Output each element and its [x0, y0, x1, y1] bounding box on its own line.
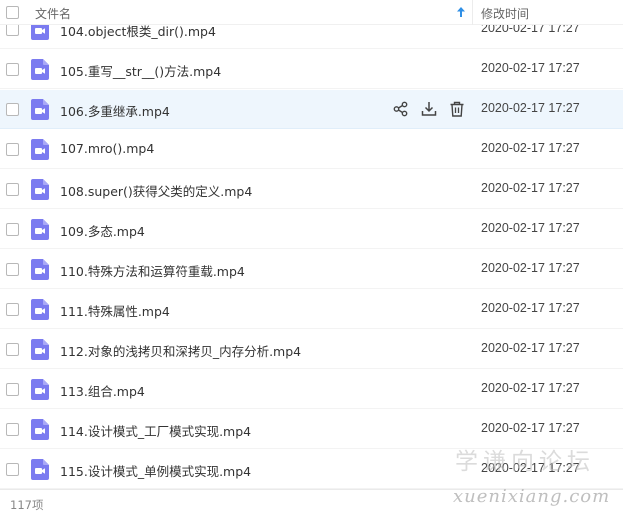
file-row[interactable]: 112.对象的浅拷贝和深拷贝_内存分析.mp4 2020-02-17 17:27: [0, 330, 623, 369]
video-file-icon: [31, 59, 49, 80]
time-column-header[interactable]: 修改时间: [481, 5, 529, 22]
download-icon[interactable]: [420, 100, 438, 118]
video-file-icon: [31, 219, 49, 240]
column-divider[interactable]: [472, 0, 473, 25]
name-column-header[interactable]: 文件名: [35, 5, 71, 22]
video-file-icon: [31, 99, 49, 120]
file-name[interactable]: 111.特殊属性.mp4: [60, 301, 170, 320]
video-file-icon: [31, 139, 49, 160]
video-file-icon: [31, 339, 49, 360]
video-file-icon: [31, 419, 49, 440]
row-checkbox[interactable]: [6, 183, 19, 196]
file-modified-time: 2020-02-17 17:27: [481, 421, 580, 435]
video-file-icon: [31, 179, 49, 200]
video-file-icon: [31, 299, 49, 320]
row-checkbox[interactable]: [6, 63, 19, 76]
file-name[interactable]: 113.组合.mp4: [60, 381, 145, 400]
file-name[interactable]: 108.super()获得父类的定义.mp4: [60, 181, 252, 200]
file-modified-time: 2020-02-17 17:27: [481, 261, 580, 275]
file-row[interactable]: 106.多重继承.mp4 2020-02-17 17:27: [0, 90, 623, 129]
video-file-icon: [31, 459, 49, 480]
file-list: 104.object根类_dir().mp4 2020-02-17 17:27 10…: [0, 0, 623, 489]
item-count: 117项: [10, 498, 44, 512]
delete-icon[interactable]: [448, 100, 466, 118]
row-checkbox[interactable]: [6, 223, 19, 236]
file-modified-time: 2020-02-17 17:27: [481, 141, 580, 155]
file-row[interactable]: 111.特殊属性.mp4 2020-02-17 17:27: [0, 290, 623, 329]
watermark-en: xuenixiang.com: [453, 486, 611, 507]
file-row[interactable]: 105.重写__str__()方法.mp4 2020-02-17 17:27: [0, 50, 623, 89]
file-name[interactable]: 107.mro().mp4: [60, 141, 154, 156]
file-row[interactable]: 107.mro().mp4 2020-02-17 17:27: [0, 130, 623, 169]
video-file-icon: [31, 259, 49, 280]
file-modified-time: 2020-02-17 17:27: [481, 181, 580, 195]
row-checkbox[interactable]: [6, 343, 19, 356]
file-modified-time: 2020-02-17 17:27: [481, 221, 580, 235]
watermark-cn: 学谦向论坛: [455, 449, 595, 475]
file-name[interactable]: 110.特殊方法和运算符重载.mp4: [60, 261, 245, 280]
file-modified-time: 2020-02-17 17:27: [481, 61, 580, 75]
select-all-checkbox[interactable]: [6, 6, 19, 19]
file-name[interactable]: 114.设计模式_工厂模式实现.mp4: [60, 421, 251, 440]
file-name[interactable]: 105.重写__str__()方法.mp4: [60, 61, 221, 80]
list-header: 文件名 修改时间: [0, 0, 623, 25]
file-name[interactable]: 115.设计模式_单例模式实现.mp4: [60, 461, 251, 480]
file-name[interactable]: 109.多态.mp4: [60, 221, 145, 240]
row-checkbox[interactable]: [6, 103, 19, 116]
video-file-icon: [31, 379, 49, 400]
file-row[interactable]: 113.组合.mp4 2020-02-17 17:27: [0, 370, 623, 409]
file-modified-time: 2020-02-17 17:27: [481, 301, 580, 315]
row-checkbox[interactable]: [6, 303, 19, 316]
share-icon[interactable]: [392, 100, 410, 118]
file-row[interactable]: 108.super()获得父类的定义.mp4 2020-02-17 17:27: [0, 170, 623, 209]
row-checkbox[interactable]: [6, 423, 19, 436]
sort-ascending-icon[interactable]: [456, 6, 466, 18]
row-checkbox[interactable]: [6, 143, 19, 156]
row-checkbox[interactable]: [6, 463, 19, 476]
file-modified-time: 2020-02-17 17:27: [481, 381, 580, 395]
row-checkbox[interactable]: [6, 383, 19, 396]
file-modified-time: 2020-02-17 17:27: [481, 341, 580, 355]
file-name[interactable]: 112.对象的浅拷贝和深拷贝_内存分析.mp4: [60, 341, 301, 360]
file-row[interactable]: 110.特殊方法和运算符重载.mp4 2020-02-17 17:27: [0, 250, 623, 289]
file-modified-time: 2020-02-17 17:27: [481, 101, 580, 115]
file-name[interactable]: 106.多重继承.mp4: [60, 101, 170, 120]
file-row[interactable]: 109.多态.mp4 2020-02-17 17:27: [0, 210, 623, 249]
row-checkbox[interactable]: [6, 263, 19, 276]
